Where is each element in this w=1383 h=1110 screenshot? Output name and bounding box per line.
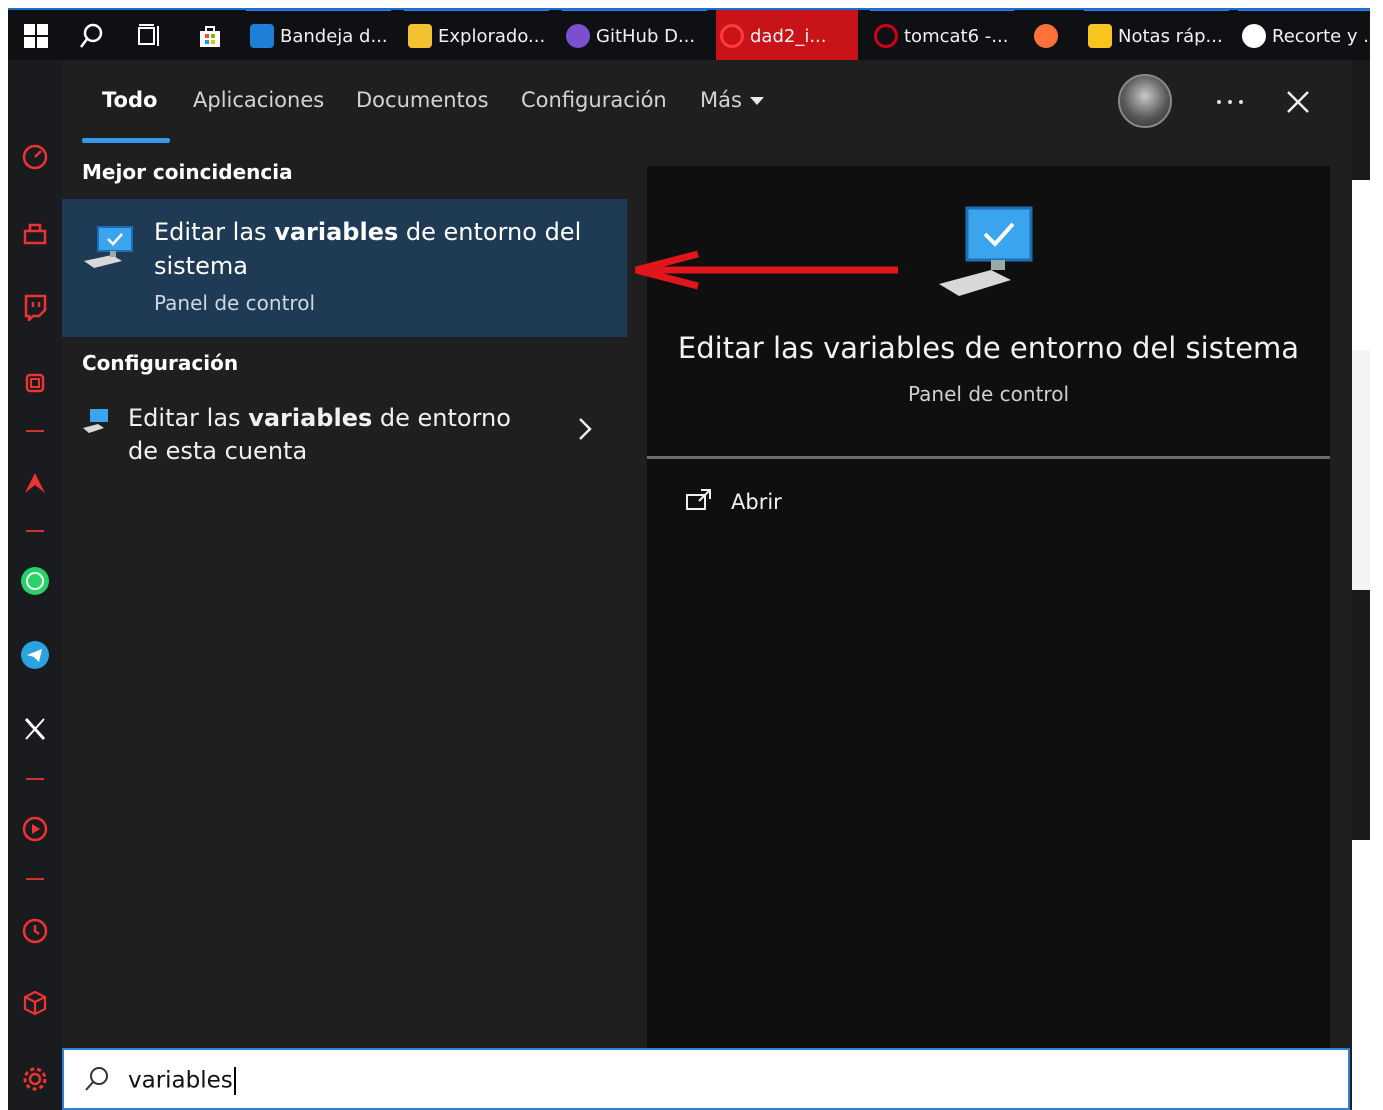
tab-more[interactable]: Más (700, 88, 764, 112)
best-match-heading: Mejor coincidencia (82, 160, 293, 184)
best-match-title: Editar las variables de entorno del sist… (154, 215, 594, 283)
more-options-icon[interactable] (1212, 84, 1248, 120)
avatar[interactable] (1118, 74, 1172, 128)
results-list: Mejor coincidencia Editar las variables … (62, 146, 627, 1048)
tab-documents[interactable]: Documentos (356, 88, 489, 112)
twitch-icon[interactable] (20, 292, 50, 322)
taskbar-app-explorer[interactable]: Explorado... (404, 10, 549, 62)
settings-result-title-pre: Editar las (128, 404, 249, 432)
taskbar-app-label: Explorado... (438, 25, 546, 47)
search-filter-tabs: Todo Aplicaciones Documentos Configuraci… (62, 60, 1352, 146)
search-icon (82, 1064, 112, 1094)
taskbar-app-label: GitHub D... (596, 25, 696, 47)
opera-icon (720, 24, 744, 48)
opera-icon (874, 24, 898, 48)
history-icon[interactable] (20, 916, 50, 946)
background-window-edge (1350, 60, 1370, 1110)
whatsapp-icon[interactable] (20, 566, 50, 596)
taskbar-app-label: Bandeja d... (280, 25, 388, 47)
windows-search-panel: Todo Aplicaciones Documentos Configuraci… (62, 60, 1352, 1110)
best-match-title-highlight: variables (274, 218, 399, 246)
snip-icon (1242, 24, 1266, 48)
sticky-notes-icon (1088, 24, 1112, 48)
best-match-subtitle: Panel de control (154, 291, 315, 315)
text-caret (233, 1067, 236, 1095)
settings-gear-icon[interactable] (20, 1064, 50, 1094)
telegram-icon[interactable] (20, 640, 50, 670)
settings-heading: Configuración (82, 351, 239, 375)
speed-dial-icon[interactable] (20, 142, 50, 172)
x-twitter-icon[interactable] (20, 714, 50, 744)
player-icon[interactable] (20, 814, 50, 844)
taskbar-app-label: Recorte y ... (1272, 25, 1370, 47)
taskbar-app-github[interactable]: GitHub D... (562, 10, 707, 62)
folder-icon (408, 24, 432, 48)
settings-result-title-highlight: variables (248, 404, 373, 432)
taskbar-app-sticky-notes[interactable]: Notas ráp... (1084, 10, 1229, 62)
aria-ai-icon[interactable] (20, 468, 50, 498)
open-external-icon (685, 488, 713, 517)
taskbar-app-opera-dad2[interactable]: dad2_i... (716, 10, 858, 62)
preview-card: Editar las variables de entorno del sist… (647, 166, 1330, 1048)
windows-start-icon[interactable] (16, 10, 56, 62)
preview-subtitle: Panel de control (908, 382, 1069, 406)
settings-result-title: Editar las variables de entorno de esta … (128, 402, 548, 468)
best-match-result[interactable]: Editar las variables de entorno del sist… (62, 199, 627, 337)
tab-apps[interactable]: Aplicaciones (193, 88, 324, 112)
extensions-cube-icon[interactable] (20, 988, 50, 1018)
search-icon[interactable] (72, 10, 112, 62)
taskbar-app-opera-tomcat[interactable]: tomcat6 -... (870, 10, 1014, 62)
tab-settings[interactable]: Configuración (521, 88, 667, 112)
chevron-down-icon (749, 97, 764, 105)
chevron-right-icon[interactable] (574, 416, 596, 442)
taskbar-app-snip[interactable]: Recorte y ... (1238, 10, 1370, 62)
aria-icon[interactable] (20, 368, 50, 398)
github-icon (566, 24, 590, 48)
taskbar-app-mail[interactable]: Bandeja d... (246, 10, 391, 62)
taskbar-app-firefox[interactable] (1030, 10, 1070, 62)
firefox-icon (1034, 24, 1058, 48)
taskbar: Bandeja d... Explorado... GitHub D... da… (8, 8, 1370, 62)
store-icon[interactable] (190, 10, 230, 62)
taskbar-app-label: dad2_i... (750, 25, 827, 47)
settings-result-item[interactable]: Editar las variables de entorno de esta … (62, 386, 627, 476)
best-match-title-pre: Editar las (154, 218, 275, 246)
search-box[interactable]: variables (62, 1048, 1350, 1110)
system-computer-icon (82, 221, 136, 275)
search-input-value: variables (128, 1067, 233, 1094)
active-tab-indicator (82, 138, 170, 143)
search-input[interactable]: variables (128, 1067, 236, 1095)
task-view-icon[interactable] (130, 10, 170, 62)
system-computer-large-icon (937, 204, 1041, 300)
divider (647, 456, 1330, 459)
open-button[interactable]: Abrir (685, 484, 782, 520)
taskbar-app-label: Notas ráp... (1118, 25, 1223, 47)
preview-title: Editar las variables de entorno del sist… (677, 331, 1300, 365)
taskbar-app-label: tomcat6 -... (904, 25, 1009, 47)
user-computer-icon (82, 406, 112, 436)
shopping-icon[interactable] (20, 218, 50, 248)
tab-more-label: Más (700, 88, 742, 112)
close-icon[interactable] (1280, 84, 1316, 120)
open-button-label: Abrir (731, 490, 782, 514)
tab-all[interactable]: Todo (102, 88, 157, 112)
mail-icon (250, 24, 274, 48)
browser-sidebar (8, 60, 62, 1110)
annotation-arrow (635, 250, 898, 290)
